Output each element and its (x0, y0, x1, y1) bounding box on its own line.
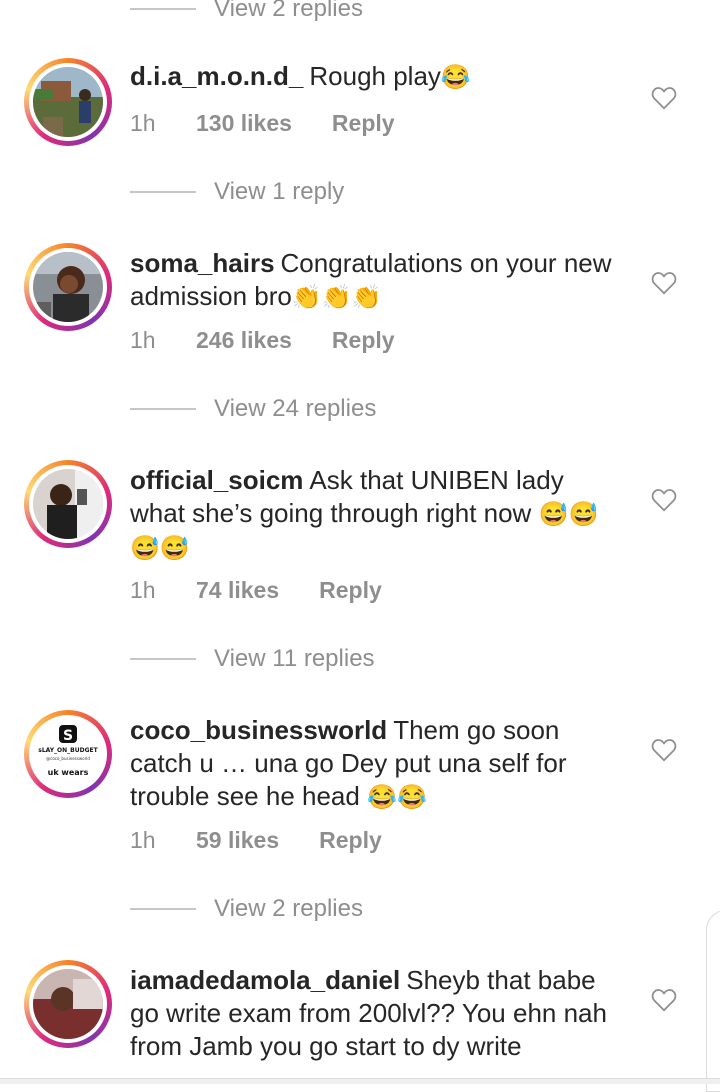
divider-line (130, 658, 196, 660)
bottom-input-bar (0, 1078, 720, 1084)
svg-text:sLAY_ON_BUDGET: sLAY_ON_BUDGET (38, 747, 98, 754)
avatar[interactable] (24, 460, 112, 548)
username[interactable]: official_soicm (130, 465, 303, 495)
partial-overlay-card (706, 910, 720, 1092)
divider-line (130, 191, 196, 193)
reply-button[interactable]: Reply (319, 577, 382, 604)
likes-count[interactable]: 74 likes (196, 577, 279, 604)
heart-outline-icon[interactable] (651, 988, 677, 1012)
heart-outline-icon[interactable] (651, 738, 677, 762)
comment-meta: 1h 59 likes Reply (130, 825, 382, 855)
reply-button[interactable]: Reply (332, 110, 395, 137)
comment-meta: 1h 246 likes Reply (130, 325, 395, 355)
username[interactable]: coco_businessworld (130, 715, 387, 745)
comment-meta: 1h 74 likes Reply (130, 575, 382, 605)
divider-line (130, 408, 196, 410)
view-replies-text[interactable]: View 2 replies (214, 0, 363, 23)
likes-count[interactable]: 130 likes (196, 110, 292, 137)
timestamp: 1h (130, 826, 156, 853)
view-replies-text[interactable]: View 2 replies (214, 895, 363, 923)
emoji: 👏👏👏 (291, 284, 382, 311)
likes-count[interactable]: 59 likes (196, 827, 279, 854)
comment-text: d.i.a_m.o.n.d_ Rough play😂 (130, 60, 620, 94)
comment-text: iamadedamola_daniel Sheyb that babe go wr… (130, 964, 620, 1063)
emoji: 😂😂 (367, 784, 427, 811)
username[interactable]: iamadedamola_daniel (130, 965, 400, 995)
avatar-photo (33, 252, 103, 322)
reply-button[interactable]: Reply (319, 827, 382, 854)
comment-message: Rough play (309, 61, 441, 91)
avatar[interactable] (24, 960, 112, 1048)
heart-outline-icon[interactable] (651, 488, 677, 512)
heart-outline-icon[interactable] (651, 271, 677, 295)
comment-text: official_soicm Ask that UNIBEN lady what … (130, 464, 620, 565)
svg-text:uk wears: uk wears (48, 768, 89, 777)
view-replies-link[interactable]: View 1 reply (130, 177, 344, 207)
timestamp: 1h (130, 109, 156, 136)
timestamp: 1h (130, 576, 156, 603)
avatar-photo: S sLAY_ON_BUDGET @coco_businessworld uk … (33, 719, 103, 789)
avatar[interactable] (24, 58, 112, 146)
avatar-photo (33, 67, 103, 137)
heart-outline-icon[interactable] (651, 86, 677, 110)
avatar[interactable]: S sLAY_ON_BUDGET @coco_businessworld uk … (24, 710, 112, 798)
view-replies-text[interactable]: View 1 reply (214, 178, 344, 206)
divider-line (130, 908, 196, 910)
avatar-photo (33, 969, 103, 1039)
avatar[interactable] (24, 243, 112, 331)
view-replies-link[interactable]: View 2 replies (130, 0, 363, 24)
username[interactable]: d.i.a_m.o.n.d_ (130, 61, 303, 91)
svg-text:S: S (63, 728, 73, 744)
reply-button[interactable]: Reply (332, 327, 395, 354)
likes-count[interactable]: 246 likes (196, 327, 292, 354)
view-replies-link[interactable]: View 24 replies (130, 394, 376, 424)
comment-text: coco_businessworld Them go soon catch u …… (130, 714, 620, 814)
comment-meta: 1h 130 likes Reply (130, 108, 395, 138)
view-replies-link[interactable]: View 2 replies (130, 894, 363, 924)
view-replies-text[interactable]: View 11 replies (214, 645, 375, 673)
timestamp: 1h (130, 326, 156, 353)
view-replies-link[interactable]: View 11 replies (130, 644, 375, 674)
divider-line (130, 8, 196, 10)
view-replies-text[interactable]: View 24 replies (214, 395, 376, 423)
username[interactable]: soma_hairs (130, 248, 275, 278)
avatar-photo (33, 469, 103, 539)
svg-text:@coco_businessworld: @coco_businessworld (46, 756, 90, 761)
comment-text: soma_hairs Congratulations on your new ad… (130, 247, 620, 314)
emoji: 😂 (440, 64, 471, 91)
